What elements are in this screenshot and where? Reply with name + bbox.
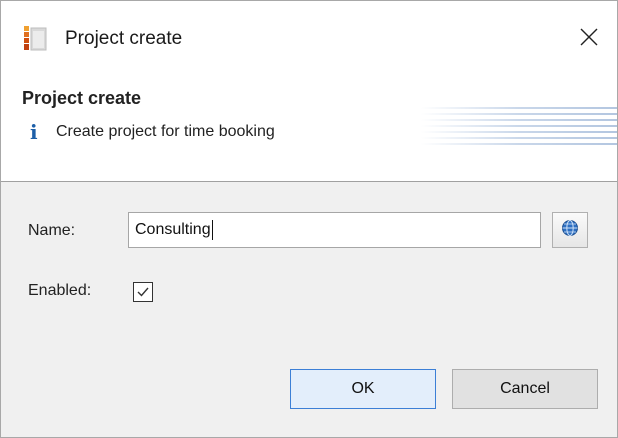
banner-description: Create project for time booking — [56, 123, 275, 140]
project-app-icon — [24, 26, 47, 51]
banner-title: Project create — [22, 88, 142, 108]
enabled-label: Enabled: — [28, 282, 92, 299]
ok-button[interactable]: OK — [290, 369, 436, 409]
banner-decoration — [421, 107, 617, 145]
translate-button[interactable] — [552, 212, 588, 248]
info-icon: i — [30, 120, 38, 144]
close-button[interactable] — [569, 21, 609, 57]
checkmark-icon — [137, 287, 149, 297]
close-icon — [580, 28, 598, 51]
form-area: Name: Consulting Enabled: OK Cancel — [1, 182, 617, 437]
title-bar: Project create — [1, 1, 617, 63]
header-banner: Project create i Create project for time… — [1, 63, 617, 181]
enabled-checkbox[interactable] — [133, 282, 153, 302]
name-input[interactable]: Consulting — [128, 212, 541, 248]
name-input-value: Consulting — [135, 221, 211, 238]
window-title: Project create — [65, 28, 183, 49]
globe-icon — [561, 219, 579, 242]
text-caret — [211, 219, 213, 240]
name-label: Name: — [28, 222, 76, 239]
dialog-window: Project create Project create i Create p… — [0, 0, 618, 438]
cancel-button[interactable]: Cancel — [452, 369, 598, 409]
